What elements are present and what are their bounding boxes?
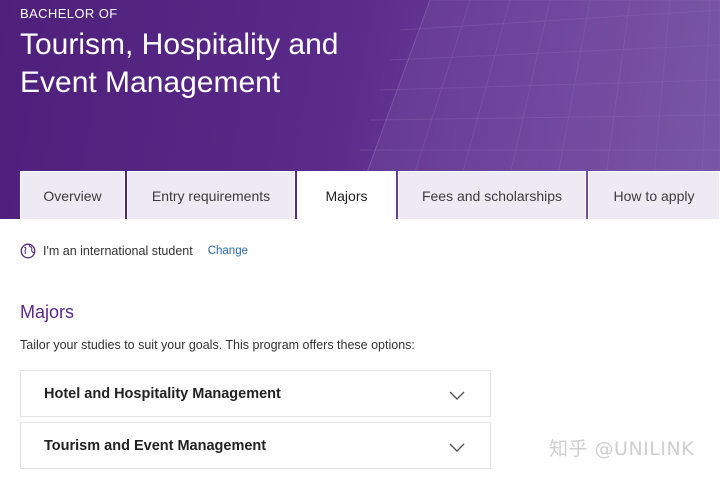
major-accordion-tourism-and-event[interactable]: Tourism and Event Management	[20, 422, 491, 469]
tab-overview[interactable]: Overview	[20, 171, 125, 219]
watermark: 知乎 @UNILINK	[549, 438, 695, 460]
tab-fees-and-scholarships[interactable]: Fees and scholarships	[398, 171, 586, 219]
chevron-down-icon	[448, 440, 466, 452]
chevron-down-icon	[448, 388, 466, 400]
program-tabs: Overview Entry requirements Majors Fees …	[0, 171, 720, 219]
major-accordion-hotel-and-hospitality[interactable]: Hotel and Hospitality Management	[20, 370, 491, 417]
globe-icon	[20, 243, 36, 259]
tab-how-to-apply[interactable]: How to apply	[588, 171, 720, 219]
student-type-selector: I'm an international student Change	[20, 241, 248, 261]
page-title-line-2: Event Management	[20, 66, 281, 99]
tab-entry-requirements[interactable]: Entry requirements	[127, 171, 295, 219]
change-student-type-link[interactable]: Change	[208, 245, 248, 257]
majors-description: Tailor your studies to suit your goals. …	[20, 338, 415, 352]
page-title-line-1: Tourism, Hospitality and	[20, 28, 339, 61]
degree-eyebrow: BACHELOR OF	[20, 6, 118, 21]
major-accordion-label: Tourism and Event Management	[44, 437, 267, 454]
student-type-label: I'm an international student	[43, 244, 193, 258]
majors-heading: Majors	[20, 302, 75, 322]
tab-majors[interactable]: Majors	[297, 171, 396, 219]
page-title: Tourism, Hospitality and Event Managemen…	[20, 26, 440, 102]
major-accordion-label: Hotel and Hospitality Management	[44, 385, 281, 402]
